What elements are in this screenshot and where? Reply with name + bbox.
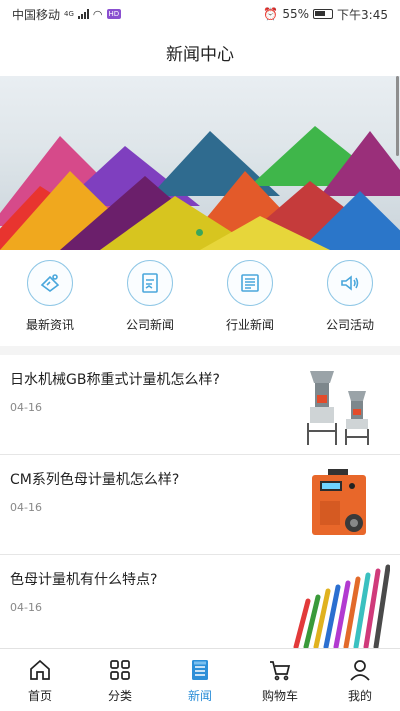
cart-icon (267, 657, 293, 683)
battery-icon (313, 9, 334, 19)
scrollbar[interactable] (396, 76, 399, 156)
tab-cart[interactable]: 购物车 (240, 649, 320, 711)
category-label: 最新资讯 (25, 318, 74, 332)
dosing-machine-image[interactable] (290, 361, 390, 449)
news-date: 04-16 (10, 501, 42, 514)
user-icon (347, 657, 373, 683)
news-title[interactable]: 日水机械GB称重式计量机怎么样? (10, 369, 220, 389)
category-label: 公司活动 (325, 318, 374, 332)
home-icon (27, 657, 53, 683)
tab-news[interactable]: 新闻 (160, 649, 240, 711)
news-item[interactable]: 日水机械GB称重式计量机怎么样? 04-16 (0, 355, 400, 455)
speaker-icon (327, 260, 373, 306)
tab-label: 首页 (27, 689, 52, 703)
newspaper-icon (227, 260, 273, 306)
battery-percent: 55% (282, 7, 310, 21)
category-bar: 最新资讯 公司新闻 行业新闻 公司活动 (0, 250, 400, 346)
banner-carousel[interactable] (0, 76, 400, 250)
document-icon (127, 260, 173, 306)
hd-icon: HD (106, 9, 122, 19)
colored-cables-image[interactable] (290, 561, 390, 649)
category-latest-news[interactable]: 最新资讯 (5, 260, 95, 333)
category-label: 公司新闻 (125, 318, 174, 332)
network-label: 4G (64, 10, 74, 18)
wifi-icon: ◠ (92, 7, 103, 21)
news-list: 日水机械GB称重式计量机怎么样? 04-16 CM系列色母计量机怎么样? 04-… (0, 355, 400, 655)
news-title[interactable]: 色母计量机有什么特点? (10, 569, 157, 589)
tab-label: 购物车 (261, 689, 298, 703)
signal-icon (77, 9, 89, 19)
category-company-events[interactable]: 公司活动 (305, 260, 395, 333)
status-bar: 中国移动 4G ◠ HD ⏰ 55% 下午3:45 (0, 0, 400, 28)
tab-category[interactable]: 分类 (80, 649, 160, 711)
nav-header: 新闻中心 (0, 28, 400, 76)
news-icon (187, 657, 213, 683)
clock: 下午3:45 (337, 7, 388, 22)
carrier-label: 中国移动 (12, 7, 61, 22)
page-title: 新闻中心 (166, 44, 234, 65)
tab-profile[interactable]: 我的 (320, 649, 400, 711)
news-title[interactable]: CM系列色母计量机怎么样? (10, 469, 179, 489)
colored-granules-image (0, 126, 400, 250)
category-company-news[interactable]: 公司新闻 (105, 260, 195, 333)
news-date: 04-16 (10, 601, 42, 614)
category-industry-news[interactable]: 行业新闻 (205, 260, 295, 333)
news-item[interactable]: CM系列色母计量机怎么样? 04-16 (0, 455, 400, 555)
tab-label: 我的 (347, 689, 372, 703)
tab-label: 新闻 (187, 689, 212, 703)
grid-icon (107, 657, 133, 683)
alarm-icon: ⏰ (263, 7, 279, 21)
category-label: 行业新闻 (225, 318, 274, 332)
news-item[interactable]: 色母计量机有什么特点? 04-16 (0, 555, 400, 655)
news-date: 04-16 (10, 401, 42, 414)
carousel-indicator[interactable] (196, 229, 203, 236)
bottom-tab-bar: 首页 分类 新闻 购物车 我的 (0, 648, 400, 711)
color-doser-image[interactable] (290, 461, 390, 549)
tab-home[interactable]: 首页 (0, 649, 80, 711)
announcement-icon (27, 260, 73, 306)
tab-label: 分类 (107, 689, 132, 703)
